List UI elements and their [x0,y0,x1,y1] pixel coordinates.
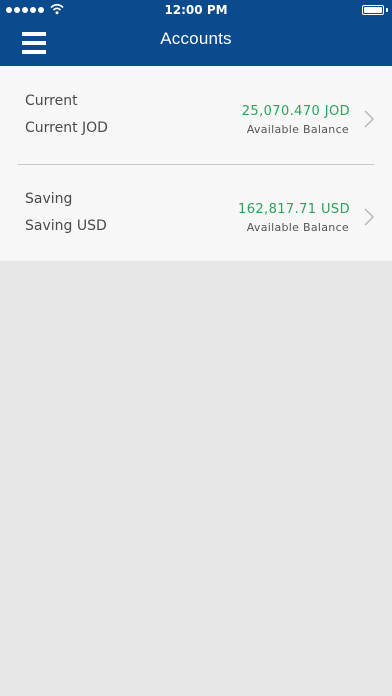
balance-label: Available Balance [246,123,349,136]
account-name: Current JOD [25,120,108,136]
account-type: Current [25,93,78,109]
navigation-bar: Accounts [0,20,392,66]
status-time: 12:00 PM [164,3,228,17]
balance-amount: 162,817.71 USD [238,202,350,217]
accounts-list: Current Current JOD 25,070.470 JOD Avail… [0,66,392,261]
battery-tip [386,8,388,12]
account-row-current[interactable]: Current Current JOD 25,070.470 JOD Avail… [0,66,392,164]
page-title: Accounts [160,29,232,48]
account-name: Saving USD [25,218,107,234]
battery-icon [362,5,384,15]
status-bar: 12:00 PM [0,0,392,20]
balance-amount: 25,070.470 JOD [241,104,350,119]
account-row-saving[interactable]: Saving Saving USD 162,817.71 USD Availab… [0,165,392,261]
chevron-right-icon [364,110,374,128]
chevron-right-icon [364,208,374,226]
balance-label: Available Balance [246,221,349,234]
account-type: Saving [25,191,73,207]
